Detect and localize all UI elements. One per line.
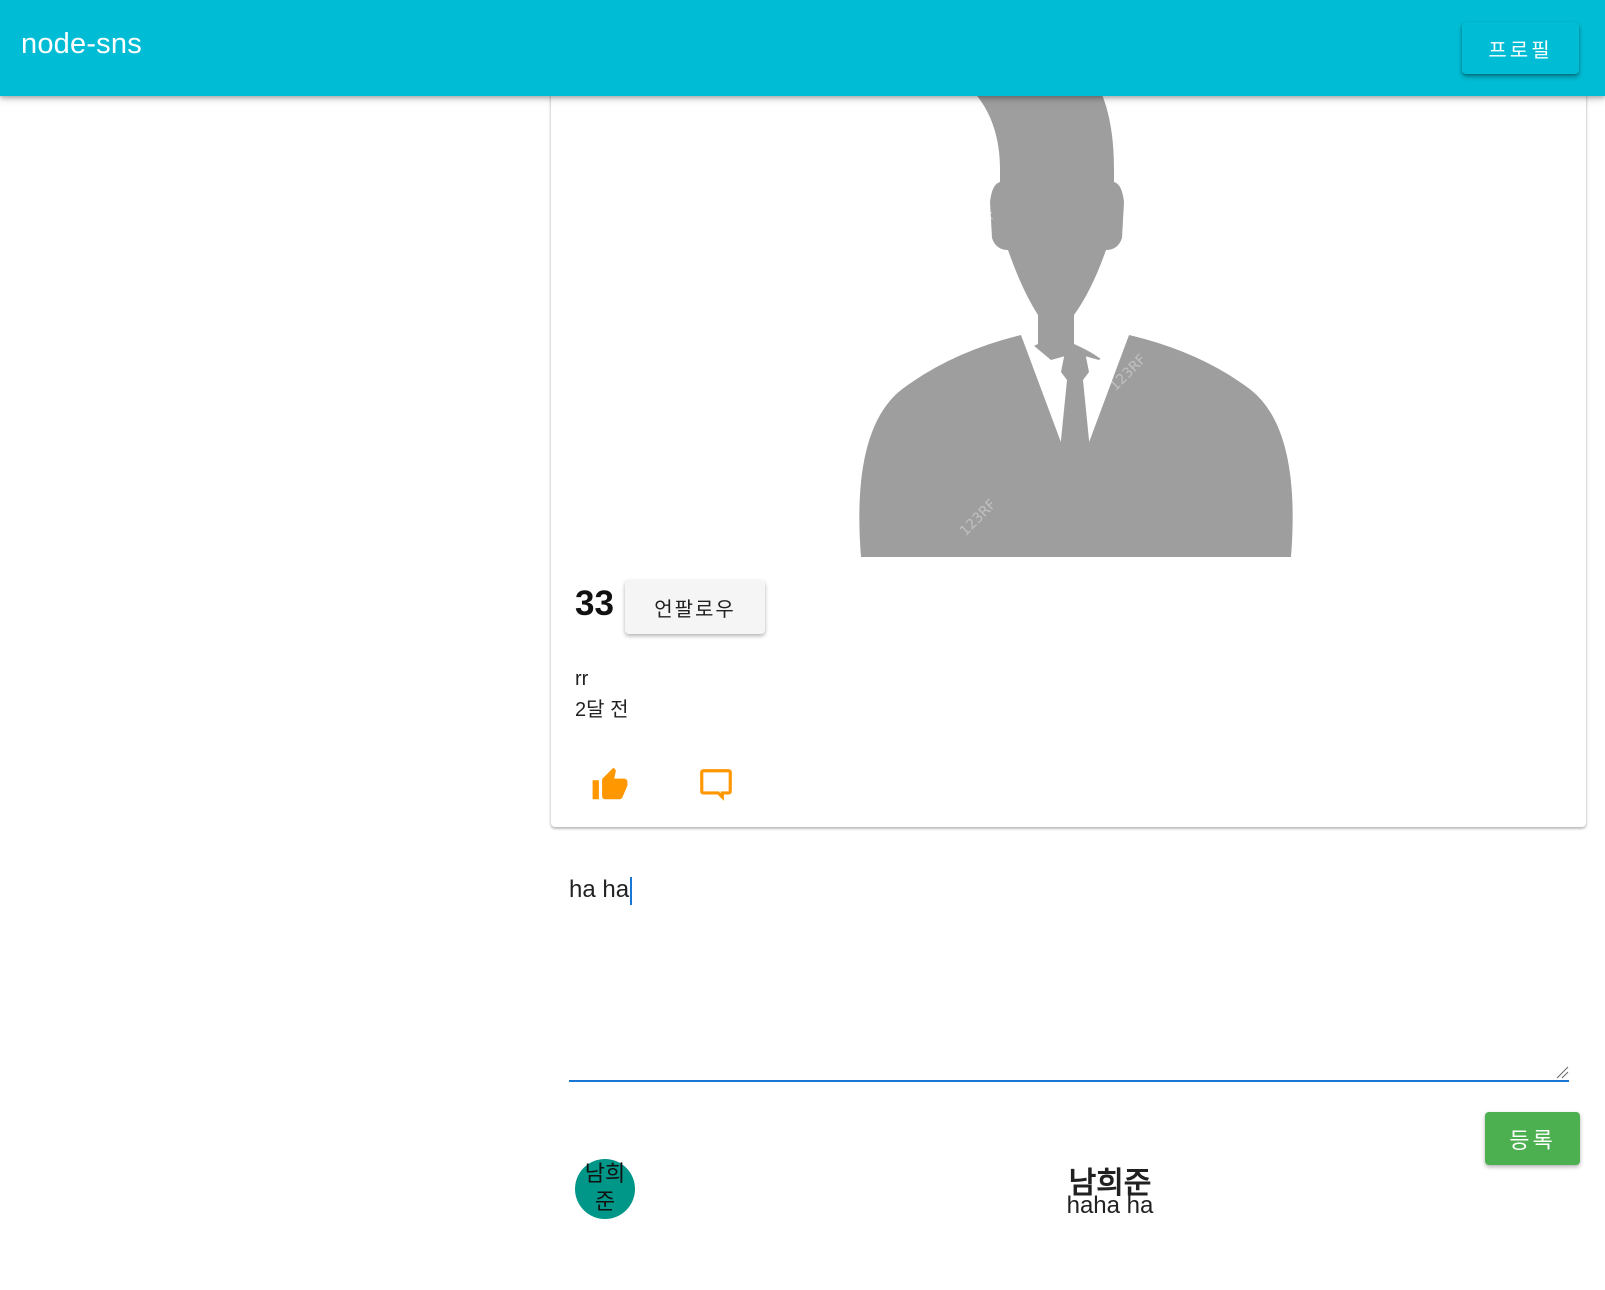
comment-text: haha ha — [1066, 1192, 1154, 1219]
app-bar: node-sns 프로필 — [0, 0, 1605, 96]
comment-textarea[interactable] — [569, 852, 1569, 1082]
text-caret — [630, 876, 633, 905]
post-text: rr — [575, 668, 589, 690]
comment-input-value: ha ha — [569, 876, 633, 905]
unfollow-button[interactable]: 언팔로우 — [625, 580, 765, 634]
submit-comment-button[interactable]: 등록 — [1485, 1112, 1580, 1165]
like-count: 33 — [575, 584, 614, 623]
profile-button[interactable]: 프로필 — [1462, 22, 1579, 74]
comment-icon[interactable] — [697, 766, 735, 804]
resize-handle-icon[interactable] — [1555, 1065, 1569, 1079]
post-image — [841, 90, 1311, 557]
post-body: rr 2달 전 — [575, 664, 628, 726]
comment-avatar: 남희준 — [575, 1159, 635, 1219]
post-time: 2달 전 — [575, 699, 629, 721]
thumbs-up-icon[interactable] — [591, 766, 629, 804]
brand-title[interactable]: node-sns — [21, 28, 142, 61]
post-card: 123RF 123RF 123RF 33 언팔로우 rr 2달 전 — [551, 90, 1586, 827]
comment-input-text: ha ha — [569, 876, 630, 903]
